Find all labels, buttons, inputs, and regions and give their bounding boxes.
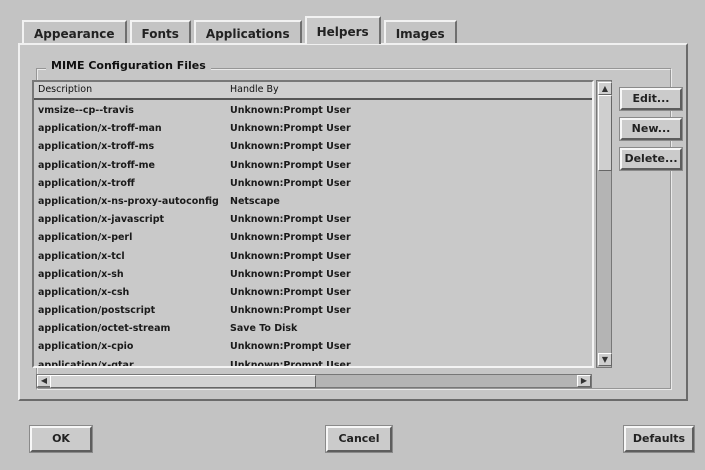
- list-rows: vmsize--cp--travis Unknown:Prompt User app…: [34, 102, 592, 368]
- mime-type-cell: application/x-ns-proxy-autoconfig: [38, 195, 219, 207]
- mime-type-cell: application/x-gtar: [38, 359, 134, 368]
- mime-type-cell: application/postscript: [38, 305, 156, 317]
- mime-type-cell: application/x-sh: [38, 268, 124, 280]
- defaults-button[interactable]: Defaults: [623, 425, 695, 453]
- scroll-left-icon[interactable]: ◀: [37, 375, 51, 387]
- list-item[interactable]: application/x-troff-ms Unknown:Prompt Use…: [34, 138, 592, 156]
- list-item[interactable]: application/postscript Unknown:Prompt Use…: [34, 302, 592, 320]
- list-item[interactable]: application/x-javascript Unknown:Prompt U…: [34, 211, 592, 229]
- mime-type-cell: vmsize--cp--travis: [38, 105, 134, 116]
- list-item[interactable]: application/x-troff Unknown:Prompt User: [34, 175, 592, 193]
- handler-cell: Unknown:Prompt User: [230, 268, 351, 280]
- scroll-up-icon[interactable]: ▲: [598, 82, 612, 95]
- horizontal-scroll-thumb[interactable]: [50, 375, 316, 388]
- scroll-down-icon[interactable]: ▼: [598, 353, 612, 366]
- handler-cell: Unknown:Prompt User: [230, 286, 351, 298]
- tab-images[interactable]: Images: [383, 20, 457, 44]
- mime-type-cell: application/x-tcl: [38, 250, 125, 262]
- mime-type-cell: application/x-perl: [38, 232, 133, 244]
- list-item[interactable]: application/x-troff-man Unknown:Prompt Us…: [34, 120, 592, 138]
- tab-applications[interactable]: Applications: [193, 20, 302, 44]
- group-title: MIME Configuration Files: [46, 59, 211, 72]
- ok-button[interactable]: OK: [29, 425, 93, 453]
- cancel-button[interactable]: Cancel: [325, 425, 393, 453]
- mime-type-cell: application/octet-stream: [38, 323, 171, 335]
- preferences-window: Appearance Fonts Applications Helpers Im…: [0, 0, 705, 470]
- list-item[interactable]: application/x-gtar Unknown:Prompt User: [34, 357, 592, 368]
- list-item[interactable]: application/x-perl Unknown:Prompt User: [34, 229, 592, 247]
- handler-cell: Save To Disk: [230, 323, 298, 335]
- list-item[interactable]: application/octet-stream Save To Disk: [34, 320, 592, 338]
- mime-type-cell: application/x-troff-ms: [38, 141, 155, 153]
- handler-cell: Unknown:Prompt User: [230, 177, 351, 189]
- list-item[interactable]: application/x-csh Unknown:Prompt User: [34, 284, 592, 302]
- mime-type-cell: application/x-csh: [38, 286, 130, 298]
- handler-cell: Unknown:Prompt User: [230, 159, 351, 171]
- list-item[interactable]: application/x-tcl Unknown:Prompt User: [34, 248, 592, 266]
- list-item[interactable]: application/x-troff-me Unknown:Prompt Use…: [34, 157, 592, 175]
- mime-type-cell: application/x-cpio: [38, 341, 134, 353]
- handler-cell: Unknown:Prompt User: [230, 105, 351, 116]
- handler-cell: Unknown:Prompt User: [230, 141, 351, 153]
- handler-cell: Unknown:Prompt User: [230, 214, 351, 226]
- list-item[interactable]: application/x-cpio Unknown:Prompt User: [34, 338, 592, 356]
- handler-cell: Unknown:Prompt User: [230, 305, 351, 317]
- handler-cell: Unknown:Prompt User: [230, 250, 351, 262]
- handler-cell: Unknown:Prompt User: [230, 123, 351, 135]
- column-header-description[interactable]: Description: [38, 82, 92, 98]
- list-header: Description Handle By: [34, 82, 592, 100]
- edit-button[interactable]: Edit...: [619, 87, 683, 111]
- vertical-scroll-thumb[interactable]: [598, 95, 612, 171]
- tab-fonts[interactable]: Fonts: [129, 20, 191, 44]
- mime-type-cell: application/x-troff-man: [38, 123, 162, 135]
- handler-cell: Unknown:Prompt User: [230, 359, 351, 368]
- scroll-right-icon[interactable]: ▶: [577, 375, 591, 387]
- delete-button[interactable]: Delete...: [619, 147, 683, 171]
- new-button[interactable]: New...: [619, 117, 683, 141]
- tab-bar: Appearance Fonts Applications Helpers Im…: [22, 16, 457, 44]
- handler-cell: Netscape: [230, 195, 280, 207]
- mime-type-cell: application/x-troff: [38, 177, 135, 189]
- vertical-scrollbar[interactable]: ▲ ▼: [596, 80, 612, 368]
- tab-helpers[interactable]: Helpers: [304, 16, 381, 44]
- handler-cell: Unknown:Prompt User: [230, 341, 351, 353]
- list-item[interactable]: vmsize--cp--travis Unknown:Prompt User: [34, 102, 592, 120]
- mime-types-list[interactable]: Description Handle By vmsize--cp--travis…: [32, 80, 594, 368]
- mime-type-cell: application/x-troff-me: [38, 159, 155, 171]
- mime-type-cell: application/x-javascript: [38, 214, 165, 226]
- horizontal-scrollbar[interactable]: ◀ ▶: [36, 374, 592, 388]
- list-item[interactable]: application/x-ns-proxy-autoconfig Netscap…: [34, 193, 592, 211]
- list-item[interactable]: application/x-sh Unknown:Prompt User: [34, 266, 592, 284]
- handler-cell: Unknown:Prompt User: [230, 232, 351, 244]
- column-header-handled-by[interactable]: Handle By: [230, 82, 279, 98]
- tab-appearance[interactable]: Appearance: [22, 20, 127, 44]
